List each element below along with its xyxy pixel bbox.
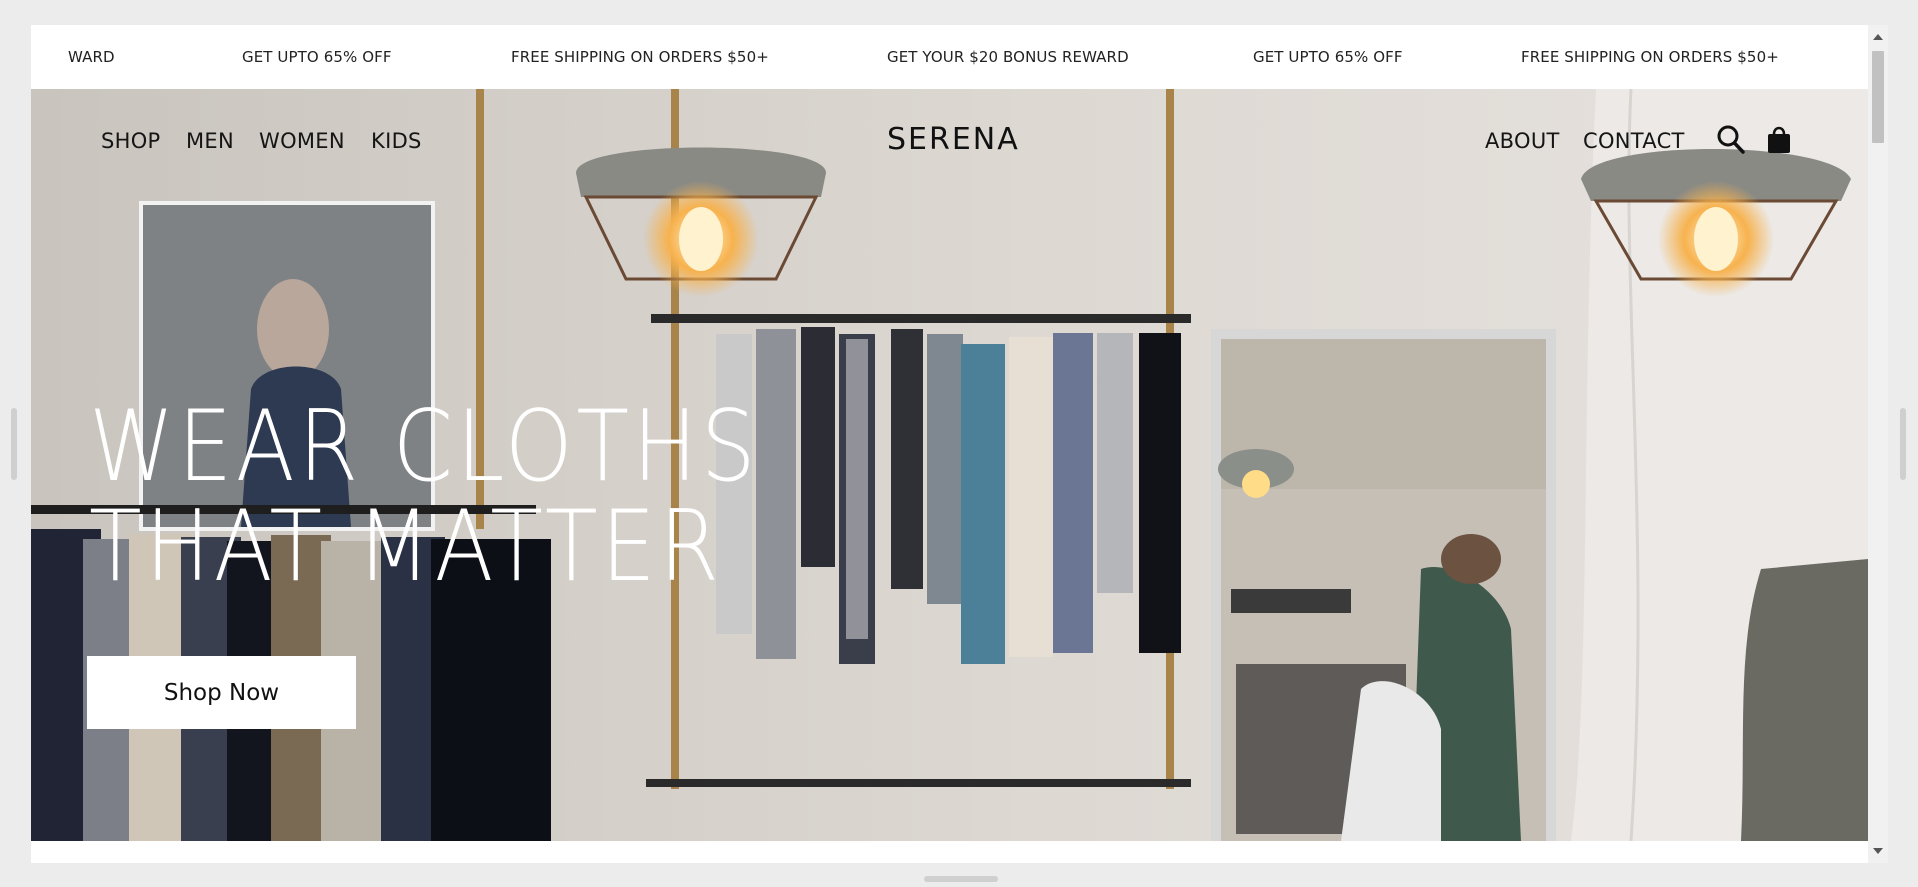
scrollbar-thumb[interactable] [1872, 51, 1884, 143]
announcement-item: FREE SHIPPING ON ORDERS $50+ [511, 48, 769, 66]
browser-viewport: WARD GET UPTO 65% OFF FREE SHIPPING ON O… [31, 25, 1868, 863]
nav-contact[interactable]: CONTACT [1583, 129, 1685, 153]
scroll-up-arrow-icon[interactable] [1873, 34, 1883, 40]
nav-kids[interactable]: KIDS [371, 129, 422, 153]
announcement-item: GET YOUR $20 BONUS REWARD [887, 48, 1129, 66]
shopping-bag-icon[interactable] [1764, 123, 1794, 155]
nav-shop[interactable]: SHOP [101, 129, 161, 153]
vertical-scrollbar[interactable] [1868, 25, 1888, 863]
search-icon[interactable] [1716, 123, 1746, 155]
announcement-item: GET UPTO 65% OFF [242, 48, 392, 66]
hero-headline-line1: WEAR CLOTHS [89, 390, 760, 504]
resize-handle-right[interactable] [1900, 408, 1906, 480]
hero-headline-line2: THAT MATTER [89, 490, 723, 604]
announcement-bar: WARD GET UPTO 65% OFF FREE SHIPPING ON O… [31, 25, 1868, 89]
nav-women[interactable]: WOMEN [259, 129, 345, 153]
announcement-item: WARD [68, 48, 115, 66]
hero-headline: WEAR CLOTHS THAT MATTER [89, 397, 759, 597]
announcement-item: FREE SHIPPING ON ORDERS $50+ [1521, 48, 1779, 66]
resize-handle-bottom[interactable] [924, 876, 998, 882]
announcement-item: GET UPTO 65% OFF [1253, 48, 1403, 66]
nav-men[interactable]: MEN [186, 129, 234, 153]
page-content-below [31, 841, 1868, 863]
shop-now-button[interactable]: Shop Now [87, 656, 356, 729]
brand-logo[interactable]: SERENA [887, 122, 1020, 157]
resize-handle-left[interactable] [11, 408, 17, 480]
nav-about[interactable]: ABOUT [1485, 129, 1560, 153]
scroll-down-arrow-icon[interactable] [1873, 848, 1883, 854]
hero-banner: SHOP MEN WOMEN KIDS SERENA ABOUT CONTACT… [31, 89, 1868, 841]
